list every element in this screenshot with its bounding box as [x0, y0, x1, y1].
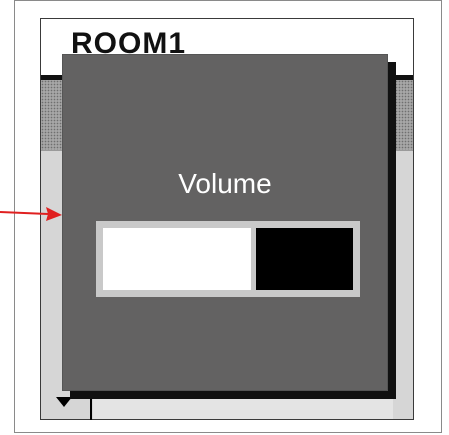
volume-slider[interactable] — [96, 221, 360, 297]
volume-level-fill — [103, 228, 253, 290]
volume-track[interactable] — [103, 228, 353, 290]
red-arrow-icon — [0, 207, 62, 221]
volume-popup: Volume — [62, 54, 388, 391]
volume-label: Volume — [178, 168, 272, 199]
volume-level-marker[interactable] — [251, 228, 256, 290]
